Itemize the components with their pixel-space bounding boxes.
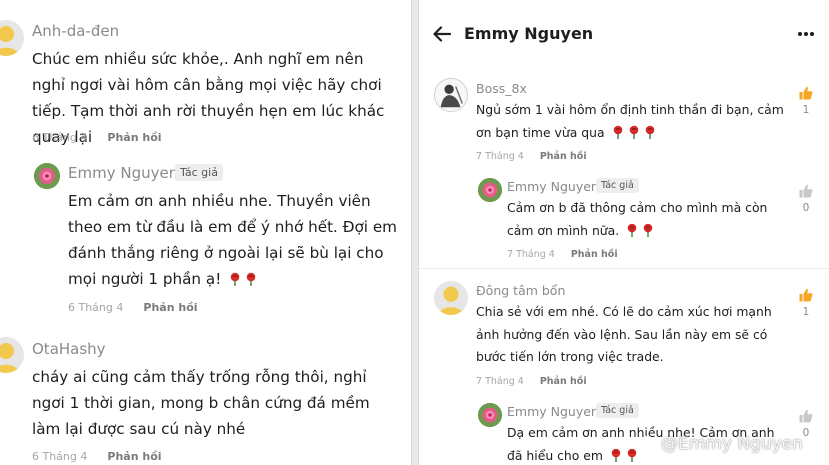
rose-emoji-icon [611,125,625,139]
like-count: 0 [802,202,810,214]
author-badge: Tác giả [175,164,223,181]
reply-text: Cảm ơn b đã thông cảm cho mình mà còn cả… [507,197,793,242]
rose-emoji-icon [643,125,657,139]
reply-button[interactable]: Phản hồi [107,450,161,463]
rose-emoji-icon [228,272,242,286]
reply-button[interactable]: Phản hồi [107,131,161,144]
more-options-icon[interactable] [798,32,814,36]
avatar[interactable] [478,178,502,202]
avatar[interactable] [34,163,60,189]
like-button[interactable]: 0 [795,184,817,214]
avatar[interactable] [0,20,24,56]
comment-username[interactable]: Anh-da-đen [32,22,119,40]
rose-emoji-icon [627,125,641,139]
reply-meta: 6 Tháng 4 Phản hồi [68,301,198,314]
like-button[interactable]: 1 [795,86,817,116]
rose-emoji-icon [244,272,258,286]
comment-meta: 6 Tháng 4 Phản hồi [32,450,162,463]
comment-text: Ngủ sớm 1 vài hôm ổn định tinh thần đi b… [476,99,792,144]
rose-emoji-icon [609,448,623,462]
default-avatar-icon [438,286,464,315]
comment-date: 7 Tháng 4 [476,376,524,387]
comment-date: 7 Tháng 4 [476,151,524,162]
rose-avatar-icon [478,178,502,202]
avatar[interactable] [434,78,468,112]
author-badge: Tác giả [596,403,639,418]
reply-username[interactable]: Emmy Nguyen [507,404,599,419]
thumbs-up-icon [799,86,813,100]
rose-emoji-icon [625,223,639,237]
page-title: Emmy Nguyen [464,24,594,43]
like-count: 1 [802,306,810,318]
comment-text: cháy ai cũng cảm thấy trống rỗng thôi, n… [32,368,370,438]
watermark-text: @Emmy Nguyen [661,434,803,454]
reply-date: 7 Tháng 4 [507,249,555,260]
thumbs-up-icon [799,184,813,198]
right-comment-panel: Emmy Nguyen Boss_8x Ngủ sớm 1 vài hôm ổn… [418,0,829,465]
comment-meta: 7 Tháng 4 Phản hồi [476,151,587,162]
watermark: @Emmy Nguyen [637,433,827,459]
back-arrow-icon[interactable] [433,26,452,42]
rose-emoji-icon [641,223,655,237]
avatar[interactable] [478,403,502,427]
user-photo-icon [435,79,467,111]
like-count: 1 [802,104,810,116]
rose-avatar-icon [478,403,502,427]
reply-username[interactable]: Emmy Nguyen [507,179,599,194]
thumbs-up-icon [799,288,813,302]
reply-button[interactable]: Phản hồi [540,151,587,162]
reply-text: Em cảm ơn anh nhiều nhe. Thuyền viên the… [68,188,398,292]
default-avatar-icon [0,343,19,373]
comment-date: 6 Tháng 4 [32,450,88,463]
avatar[interactable] [0,337,24,373]
comment-username[interactable]: Đông tâm bổn [476,283,565,298]
reply-button[interactable]: Phản hồi [540,376,587,387]
divider [419,268,829,269]
comment-text: Chia sẻ với em nhé. Có lẽ do cảm xúc hơi… [476,304,772,364]
comment-meta: 7 Tháng 4 Phản hồi [476,376,587,387]
reply-button[interactable]: Phản hồi [143,301,197,314]
comment-username[interactable]: OtaHashy [32,340,106,358]
thumbs-up-icon [799,409,813,423]
default-avatar-icon [0,26,19,56]
rose-avatar-icon [34,163,60,189]
reply-date: 6 Tháng 4 [68,301,124,314]
avatar[interactable] [434,281,468,315]
reply-meta: 7 Tháng 4 Phản hồi [507,249,618,260]
comment-meta: 6 Tháng 4 Phản hồi [32,131,162,144]
reply-username[interactable]: Emmy Nguyen [68,164,178,182]
header-bar: Emmy Nguyen [419,0,829,70]
threads-logo-icon [638,436,657,455]
author-badge: Tác giả [596,178,639,193]
comment-date: 6 Tháng 4 [32,131,88,144]
like-button[interactable]: 1 [795,288,817,318]
comment-username[interactable]: Boss_8x [476,81,527,96]
left-comment-panel: Anh-da-đen Chúc em nhiều sức khỏe,. Anh … [0,0,412,465]
reply-button[interactable]: Phản hồi [571,249,618,260]
